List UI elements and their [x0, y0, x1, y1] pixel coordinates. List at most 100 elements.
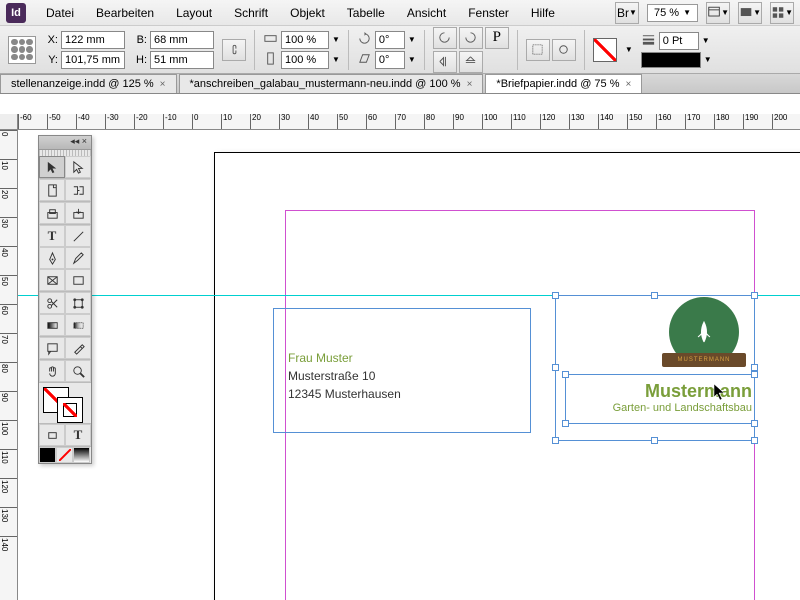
chevron-down-icon: ▼: [683, 8, 691, 17]
reference-point-picker[interactable]: [8, 36, 36, 64]
menu-fenster[interactable]: Fenster: [458, 3, 519, 23]
tab-label: stellenanzeige.indd @ 125 %: [11, 78, 154, 90]
tool-content-collector[interactable]: [39, 202, 65, 224]
stroke-style-dropdown[interactable]: [641, 52, 701, 68]
tool-selection[interactable]: [39, 156, 65, 178]
address-text-frame[interactable]: Frau Muster Musterstraße 10 12345 Muster…: [273, 308, 531, 433]
h-label: H:: [133, 54, 147, 66]
close-icon[interactable]: ×: [467, 79, 473, 90]
tool-pen[interactable]: [39, 247, 65, 269]
tool-free-transform[interactable]: [65, 292, 91, 314]
menu-datei[interactable]: Datei: [36, 3, 84, 23]
tools-panel[interactable]: ◂◂ × T T: [38, 135, 92, 464]
tool-page[interactable]: [39, 179, 65, 201]
y-label: Y:: [44, 54, 58, 66]
horizontal-ruler[interactable]: -60-50-40-30-20-100102030405060708090100…: [18, 114, 800, 130]
close-icon[interactable]: ×: [160, 79, 166, 90]
tool-hand[interactable]: [39, 360, 65, 382]
tool-gradient-swatch[interactable]: [39, 314, 65, 336]
stroke-weight-input[interactable]: [659, 32, 699, 50]
view-options-button[interactable]: ▼: [706, 2, 730, 24]
menu-bearbeiten[interactable]: Bearbeiten: [86, 3, 164, 23]
chevron-down-icon: ▼: [629, 8, 637, 17]
mouse-cursor-icon: [713, 383, 727, 401]
tool-gap[interactable]: [65, 179, 91, 201]
chevron-down-icon[interactable]: ▼: [625, 45, 633, 54]
character-paragraph-icon[interactable]: P: [485, 27, 509, 49]
tab-label: *Briefpapier.indd @ 75 %: [496, 78, 619, 90]
flip-v-button[interactable]: [459, 51, 483, 73]
menu-ansicht[interactable]: Ansicht: [397, 3, 456, 23]
vertical-ruler[interactable]: 0102030405060708090100110120130140: [0, 130, 18, 600]
height-input[interactable]: [150, 51, 214, 69]
control-panel: X: Y: B: H: ▼ ▼ ▼ ▼ P ▼ ▼ ▼: [0, 26, 800, 74]
tool-preview-mode[interactable]: T: [65, 424, 91, 446]
menubar: Id Datei Bearbeiten Layout Schrift Objek…: [0, 0, 800, 26]
zoom-level[interactable]: 75 %▼: [647, 4, 698, 22]
menu-schrift[interactable]: Schrift: [224, 3, 278, 23]
chevron-down-icon[interactable]: ▼: [332, 55, 340, 64]
shear-input[interactable]: [375, 51, 405, 69]
doc-tab-0[interactable]: stellenanzeige.indd @ 125 % ×: [0, 74, 177, 93]
tool-scissors[interactable]: [39, 292, 65, 314]
chevron-down-icon: ▼: [753, 8, 761, 17]
close-icon[interactable]: ×: [626, 79, 632, 90]
apply-fill[interactable]: [39, 447, 56, 463]
document-canvas[interactable]: Frau Muster Musterstraße 10 12345 Muster…: [18, 130, 800, 600]
scale-y-input[interactable]: [281, 51, 329, 69]
y-input[interactable]: [61, 51, 125, 69]
menu-hilfe[interactable]: Hilfe: [521, 3, 565, 23]
rotate-icon: [357, 31, 372, 49]
tool-eyedropper[interactable]: [65, 337, 91, 359]
chevron-down-icon[interactable]: ▼: [704, 55, 712, 64]
fill-swatch[interactable]: [593, 38, 617, 62]
tool-content-placer[interactable]: [65, 202, 91, 224]
menu-layout[interactable]: Layout: [166, 3, 222, 23]
chevron-down-icon[interactable]: ▼: [702, 36, 710, 45]
fill-stroke-swatch[interactable]: [39, 383, 91, 423]
x-label: X:: [44, 34, 58, 46]
screen-mode-button[interactable]: ▼: [738, 2, 762, 24]
tool-zoom[interactable]: [65, 360, 91, 382]
doc-tab-2[interactable]: *Briefpapier.indd @ 75 % ×: [485, 74, 642, 93]
select-content-button[interactable]: [552, 39, 576, 61]
chevron-down-icon[interactable]: ▼: [408, 35, 416, 44]
width-input[interactable]: [150, 31, 214, 49]
panel-header[interactable]: ◂◂ ×: [39, 136, 91, 150]
doc-tab-1[interactable]: *anschreiben_galabau_mustermann-neu.indd…: [179, 74, 484, 93]
flip-h-button[interactable]: [433, 51, 457, 73]
ruler-origin[interactable]: [0, 114, 18, 130]
rotate-cw-button[interactable]: [459, 27, 483, 49]
menu-tabelle[interactable]: Tabelle: [337, 3, 395, 23]
tool-rectangle[interactable]: [65, 269, 91, 291]
tool-rectangle-frame[interactable]: [39, 269, 65, 291]
logo-banner: MUSTERMANN: [662, 353, 746, 367]
select-container-button[interactable]: [526, 39, 550, 61]
tool-type[interactable]: T: [39, 225, 65, 247]
rotate-ccw-button[interactable]: [433, 27, 457, 49]
tool-gradient-feather[interactable]: [65, 314, 91, 336]
scale-x-input[interactable]: [281, 31, 329, 49]
scale-x-icon: [263, 31, 278, 49]
tool-line[interactable]: [65, 225, 91, 247]
tool-note[interactable]: [39, 337, 65, 359]
tool-pencil[interactable]: [65, 247, 91, 269]
apply-none[interactable]: [56, 447, 73, 463]
logo-graphic[interactable]: MUSTERMANN: [666, 297, 742, 373]
address-text: Frau Muster Musterstraße 10 12345 Muster…: [274, 309, 530, 443]
stroke-weight-icon: [641, 32, 656, 50]
w-label: B:: [133, 34, 147, 46]
apply-gradient[interactable]: [73, 447, 90, 463]
rotate-input[interactable]: [375, 31, 405, 49]
chevron-down-icon[interactable]: ▼: [332, 35, 340, 44]
address-line1: Frau Muster: [288, 349, 516, 367]
bridge-button[interactable]: Br▼: [615, 2, 639, 24]
chevron-down-icon[interactable]: ▼: [408, 55, 416, 64]
tool-direct-selection[interactable]: [65, 156, 91, 178]
shear-icon: [357, 51, 372, 69]
x-input[interactable]: [61, 31, 125, 49]
arrange-button[interactable]: ▼: [770, 2, 794, 24]
menu-objekt[interactable]: Objekt: [280, 3, 335, 23]
tool-normal-mode[interactable]: [39, 424, 65, 446]
constrain-proportions-icon[interactable]: [222, 39, 246, 61]
